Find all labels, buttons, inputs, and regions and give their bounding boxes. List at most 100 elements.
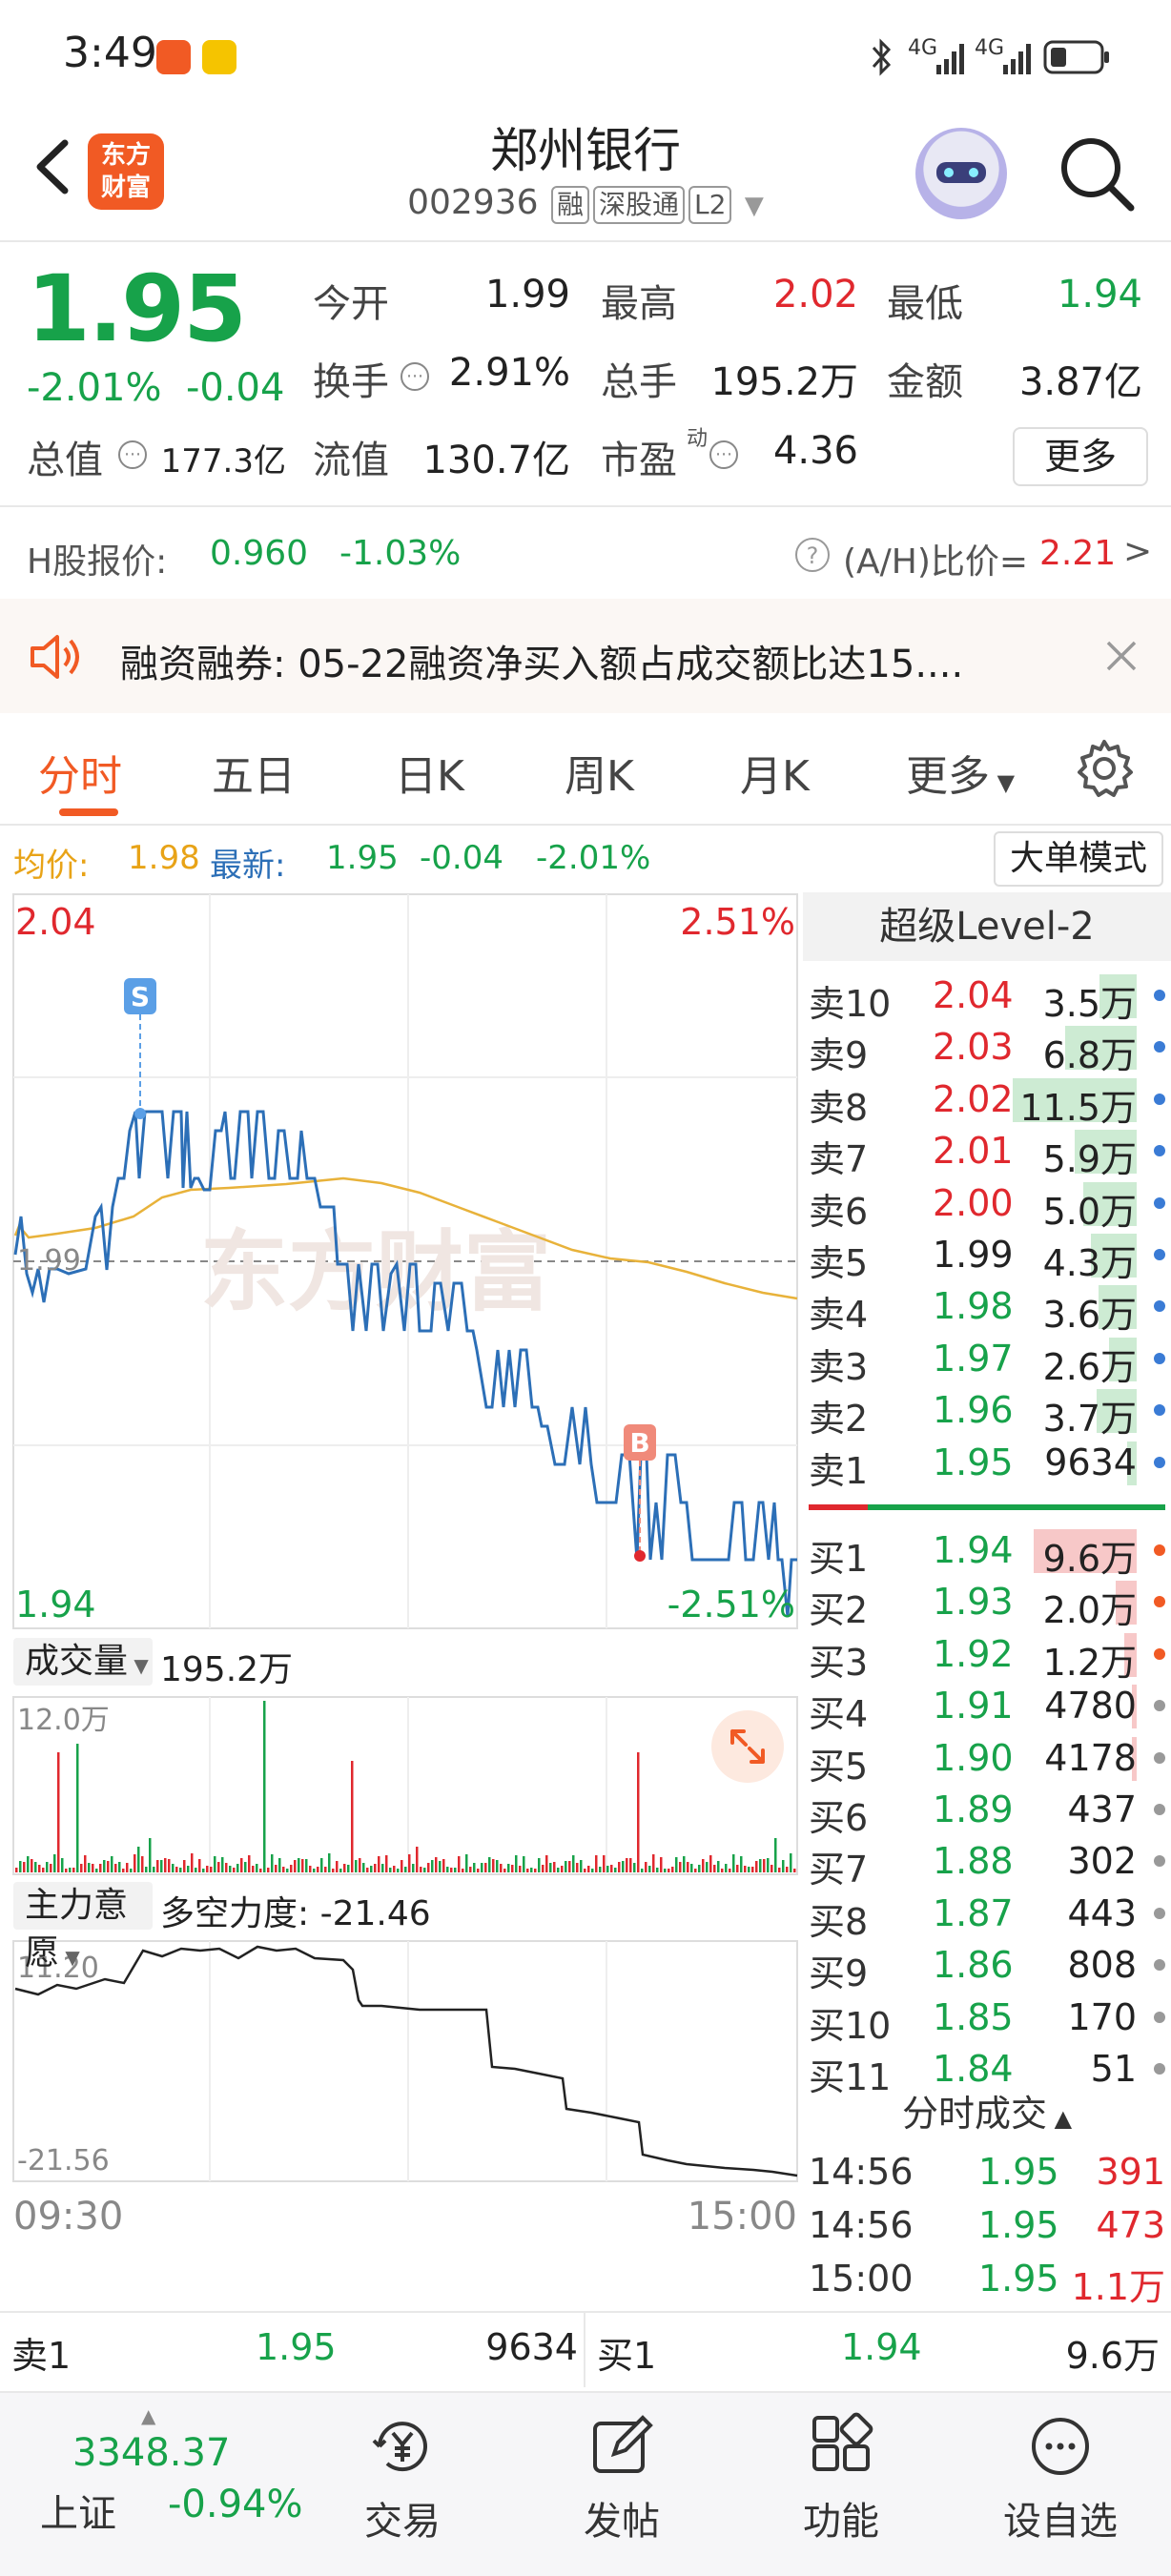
info-icon[interactable]: ⋯: [709, 440, 738, 469]
axis-prev-close: 1.99: [17, 1244, 81, 1278]
bid-row[interactable]: 买1 1.94 9.6万: [803, 1523, 1171, 1580]
volume-bar: [488, 1857, 491, 1872]
level-label: 卖7: [809, 1138, 869, 1181]
ask-row[interactable]: 卖8 2.02 11.5万: [803, 1073, 1171, 1129]
nav-add-watchlist[interactable]: 设自选: [965, 2412, 1156, 2545]
search-icon[interactable]: [1057, 133, 1137, 214]
volume-bar: [603, 1855, 606, 1872]
volume-bar: [606, 1866, 609, 1872]
volume-bar: [366, 1868, 369, 1872]
volume-bar: [687, 1862, 689, 1872]
volume-bar: [626, 1858, 628, 1872]
trades-header[interactable]: 分时成交 ▲: [803, 2084, 1171, 2136]
level-price: 1.90: [933, 1736, 1014, 1779]
indicator-selector[interactable]: 主力意愿 ▼: [13, 1882, 153, 1973]
level-price: 2.01: [933, 1130, 1014, 1173]
volume-bar: [698, 1865, 701, 1872]
tab-intraday[interactable]: 分时: [38, 742, 122, 803]
ask-row[interactable]: 卖2 1.96 3.7万: [803, 1383, 1171, 1440]
level2-order-book: 超级Level-2 卖10 2.04 3.5万 卖9 2.03 6.8万 卖8 2.02 11.…: [803, 892, 1171, 2308]
nav-post-label: 发帖: [584, 2500, 660, 2544]
index-ticker[interactable]: ▲ 3348.37 上证 -0.94%: [29, 2404, 303, 2547]
bid-row[interactable]: 买7 1.88 302: [803, 1834, 1171, 1891]
volume-bar: [526, 1869, 529, 1872]
ask-row[interactable]: 卖5 1.99 4.3万: [803, 1228, 1171, 1284]
volume-bar: [339, 1869, 342, 1872]
tab-five-day[interactable]: 五日: [212, 742, 296, 803]
info-icon[interactable]: ⋯: [401, 362, 429, 391]
volume-bar: [713, 1865, 716, 1872]
intraday-chart[interactable]: 东方财富 S B 2.04 2.51% 1.99 1.94 -2.51% 12.…: [0, 892, 801, 2307]
volume-bar: [240, 1858, 243, 1872]
h-share-row[interactable]: H股报价: 0.960 -1.03% ? (A/H)比价= 2.21 >: [0, 524, 1171, 587]
functions-grid-icon: [812, 2412, 873, 2471]
ask-row[interactable]: 卖4 1.98 3.6万: [803, 1279, 1171, 1336]
ask-row[interactable]: 卖3 1.97 2.6万: [803, 1332, 1171, 1388]
order-book-title[interactable]: 超级Level-2: [803, 892, 1171, 961]
tab-daily-k[interactable]: 日K: [395, 742, 464, 803]
volume-bar: [282, 1867, 285, 1872]
ask-row[interactable]: 卖10 2.04 3.5万: [803, 969, 1171, 1025]
volume-label: 总手: [601, 360, 677, 404]
volume-bar: [99, 1864, 102, 1872]
tab-weekly-k[interactable]: 周K: [565, 742, 634, 803]
info-icon[interactable]: ⋯: [118, 440, 147, 469]
volume-bar: [252, 1866, 255, 1872]
level-label: 卖8: [809, 1086, 869, 1129]
tab-monthly-k[interactable]: 月K: [740, 742, 810, 803]
bid-row[interactable]: 买9 1.86 808: [803, 1938, 1171, 1994]
ask-row[interactable]: 卖6 2.00 5.0万: [803, 1176, 1171, 1233]
settings-gear-icon[interactable]: [1074, 738, 1135, 799]
close-icon[interactable]: [1104, 639, 1139, 673]
margin-notice-banner[interactable]: 融资融券: 05-22融资净买入额占成交额比达15....: [0, 599, 1171, 713]
index-name: 上证: [40, 2492, 116, 2536]
order-dot-icon: [1154, 1959, 1165, 1972]
volume-bar: [221, 1857, 224, 1872]
volume-bar: [351, 1761, 354, 1872]
tab-more-label: 更多: [906, 752, 990, 801]
volume-bar: [27, 1856, 30, 1872]
level-label: 买6: [809, 1797, 869, 1839]
change-row: -2.01% -0.04: [27, 366, 284, 410]
battery-icon: [1043, 40, 1109, 74]
volume-bar: [236, 1864, 239, 1872]
volume-bar: [549, 1863, 552, 1872]
bid-row[interactable]: 买10 1.85 170: [803, 1991, 1171, 2047]
help-icon[interactable]: ?: [795, 538, 830, 572]
bid-row[interactable]: 买5 1.90 4178: [803, 1731, 1171, 1788]
ask-row[interactable]: 卖7 2.01 5.9万: [803, 1124, 1171, 1180]
nav-post[interactable]: 发帖: [526, 2412, 717, 2545]
volume-bar: [114, 1864, 117, 1872]
ask-row[interactable]: 卖1 1.95 9634: [803, 1436, 1171, 1492]
bid-row[interactable]: 买6 1.89 437: [803, 1783, 1171, 1839]
tab-more[interactable]: 更多 ▼: [906, 742, 1015, 803]
volume-bar: [256, 1864, 258, 1872]
more-quote-button[interactable]: 更多: [1013, 427, 1148, 486]
level-price: 1.97: [933, 1337, 1014, 1380]
indicator-axis-min: -21.56: [17, 2144, 110, 2177]
bid-row[interactable]: 买8 1.87 443: [803, 1887, 1171, 1943]
volume-bar: [450, 1868, 453, 1872]
signal-bars-icon: [1003, 44, 1031, 74]
edit-post-icon: [593, 2415, 653, 2473]
ask-row[interactable]: 卖9 2.03 6.8万: [803, 1020, 1171, 1076]
trade-volume: 1.1万: [1071, 2266, 1165, 2308]
volume-indicator-selector[interactable]: 成交量 ▼: [13, 1638, 153, 1686]
index-change: -0.94%: [168, 2483, 303, 2526]
pe-value: 4.36: [772, 429, 858, 473]
level-volume: 170: [1067, 1995, 1137, 2038]
time-axis-start: 09:30: [13, 2195, 123, 2239]
nav-functions[interactable]: 功能: [746, 2412, 936, 2545]
bid-row[interactable]: 买3 1.92 1.2万: [803, 1627, 1171, 1684]
expand-chart-button[interactable]: [711, 1710, 784, 1783]
bid-row[interactable]: 买4 1.91 4780: [803, 1679, 1171, 1735]
amount-value: 3.87亿: [1018, 360, 1142, 404]
level-volume: 3.6万: [1042, 1294, 1137, 1337]
assistant-robot-icon[interactable]: [915, 128, 1007, 219]
big-order-mode-button[interactable]: 大单模式: [994, 831, 1163, 887]
current-price: 1.95: [27, 256, 247, 362]
average-price-row: 均价: 1.98 最新: 1.95 -0.04 -2.01% 大单模式: [0, 829, 1171, 887]
volume-bar: [320, 1858, 323, 1872]
nav-trade[interactable]: 交易: [307, 2412, 498, 2545]
bid-row[interactable]: 买2 1.93 2.0万: [803, 1575, 1171, 1631]
